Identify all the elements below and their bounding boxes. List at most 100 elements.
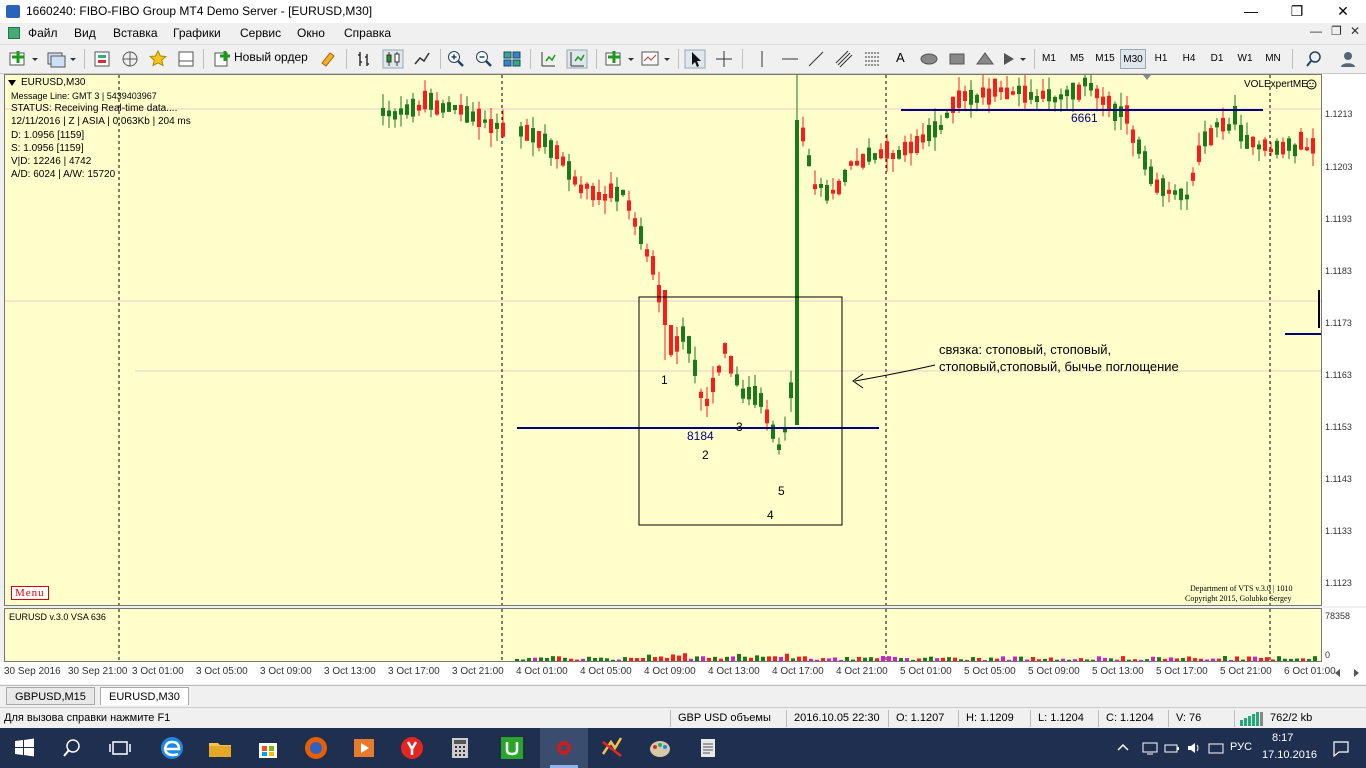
zoom-in-icon[interactable] — [446, 49, 466, 69]
tile-windows-icon[interactable] — [502, 49, 522, 69]
zoom-out-icon[interactable] — [474, 49, 494, 69]
volume-bar — [869, 657, 873, 661]
calculator-icon[interactable] — [446, 734, 474, 762]
indicators-icon[interactable] — [604, 49, 636, 69]
menu-window[interactable]: Окно — [297, 26, 325, 40]
volume-min-label: 0 — [1325, 650, 1331, 660]
candle-body — [1185, 194, 1189, 200]
mdi-minimize-icon[interactable]: — — [1310, 24, 1322, 38]
tab-eurusd-m30[interactable]: EURUSD,M30 — [100, 687, 189, 705]
profiles-icon[interactable] — [46, 49, 78, 69]
tray-network-icon[interactable] — [1142, 740, 1158, 756]
media-player-icon[interactable] — [350, 734, 378, 762]
timeframe-w1[interactable]: W1 — [1232, 49, 1258, 69]
file-explorer-icon[interactable] — [206, 734, 234, 762]
tray-chevron-icon[interactable] — [1116, 740, 1130, 754]
tab-gbpusd-m15[interactable]: GBPUSD,M15 — [6, 687, 95, 705]
menu-tools[interactable]: Сервис — [240, 26, 281, 40]
market-watch-icon[interactable] — [92, 49, 112, 69]
equidistant-channel-icon[interactable] — [834, 49, 854, 69]
utorrent-icon[interactable] — [498, 734, 526, 762]
paint-icon[interactable] — [646, 734, 674, 762]
close-button[interactable]: ✕ — [1320, 0, 1366, 23]
tray-volume-icon[interactable] — [1186, 740, 1202, 756]
new-chart-icon[interactable] — [8, 49, 40, 69]
timeframe-m1[interactable]: M1 — [1036, 49, 1062, 69]
price-chart[interactable]: EURUSD,M30 Message Line: GMT 3 | 5439403… — [4, 74, 1322, 606]
text-tool-icon[interactable]: A — [896, 50, 905, 70]
rectangle-tool-icon[interactable] — [946, 49, 968, 69]
triangle-tool-icon[interactable] — [974, 49, 996, 69]
horizontal-line-icon[interactable] — [780, 49, 800, 69]
trading-tool-icon[interactable] — [598, 734, 626, 762]
volume-bar — [623, 657, 627, 661]
account-icon[interactable] — [1338, 49, 1358, 69]
line-chart-icon[interactable] — [412, 49, 432, 69]
timeframe-h1[interactable]: H1 — [1148, 49, 1174, 69]
maximize-button[interactable]: ❐ — [1274, 0, 1320, 23]
volume-bar — [935, 658, 939, 661]
search-icon[interactable] — [1304, 49, 1324, 69]
candle-body — [1089, 83, 1093, 91]
cursor-icon[interactable] — [684, 49, 706, 69]
favorites-icon[interactable] — [148, 49, 168, 69]
menu-view[interactable]: Вид — [74, 26, 96, 40]
auto-scroll-icon[interactable] — [566, 49, 588, 69]
mdi-restore-icon[interactable]: ❐ — [1331, 24, 1342, 38]
task-view-icon[interactable] — [106, 734, 134, 762]
terminal-icon[interactable] — [176, 49, 196, 69]
menu-help[interactable]: Справка — [344, 26, 391, 40]
arrows-tool-icon[interactable] — [1000, 49, 1030, 69]
tray-keyboard-icon[interactable] — [1208, 740, 1224, 756]
windows-start-icon[interactable] — [10, 734, 38, 762]
minimize-button[interactable]: — — [1228, 0, 1274, 23]
candle-body — [687, 336, 691, 354]
volume-pane[interactable]: EURUSD v.3.0 VSA 636 — [4, 608, 1322, 662]
timeframe-h4[interactable]: H4 — [1176, 49, 1202, 69]
new-order-icon[interactable] — [212, 49, 232, 69]
yandex-icon[interactable] — [398, 734, 426, 762]
fibonacci-icon[interactable] — [862, 49, 882, 69]
menu-insert[interactable]: Вставка — [113, 26, 158, 40]
tray-language[interactable]: РУС — [1230, 741, 1252, 753]
candlestick-icon[interactable] — [382, 49, 404, 69]
tray-notification-icon[interactable] — [1332, 739, 1350, 757]
candle-body — [675, 336, 679, 352]
status-volume: V: 76 — [1176, 712, 1202, 724]
tray-date[interactable]: 17.10.2016 — [1262, 749, 1317, 761]
templates-icon[interactable] — [640, 49, 672, 69]
candle-body — [1035, 96, 1039, 102]
search-taskbar-icon[interactable] — [58, 734, 86, 762]
bar-chart-icon[interactable] — [354, 49, 374, 69]
volume-bar — [587, 656, 591, 661]
ellipse-tool-icon[interactable] — [918, 49, 940, 69]
new-order-button[interactable]: Новый ордер — [234, 50, 308, 70]
candle-body — [1245, 134, 1249, 149]
tray-battery-icon[interactable] — [1164, 740, 1180, 756]
menu-file[interactable]: Файл — [28, 26, 58, 40]
menu-charts[interactable]: Графики — [173, 26, 221, 40]
navigator-icon[interactable] — [120, 49, 140, 69]
vertical-line-icon[interactable] — [752, 49, 772, 69]
timeframe-m5[interactable]: M5 — [1064, 49, 1090, 69]
trendline-icon[interactable] — [806, 49, 826, 69]
chart-shift-icon[interactable] — [538, 49, 558, 69]
candle-body — [399, 108, 403, 115]
menu-button[interactable]: Menu — [11, 586, 49, 600]
autotrading-icon[interactable] — [318, 49, 338, 69]
timeframe-mn[interactable]: MN — [1260, 49, 1286, 69]
candle-body — [1293, 144, 1297, 157]
metatrader-icon[interactable] — [550, 734, 578, 762]
chart-scroll-arrows[interactable] — [1330, 664, 1364, 682]
mdi-close-icon[interactable]: ✕ — [1350, 24, 1360, 38]
timeframe-m30[interactable]: M30 — [1120, 49, 1146, 69]
edge-browser-icon[interactable] — [158, 734, 186, 762]
notepad-icon[interactable] — [694, 734, 722, 762]
timeframe-d1[interactable]: D1 — [1204, 49, 1230, 69]
crosshair-icon[interactable] — [714, 49, 734, 69]
collapse-triangle-icon[interactable] — [8, 80, 16, 88]
timeframe-m15[interactable]: M15 — [1092, 49, 1118, 69]
tray-time[interactable]: 8:17 — [1272, 732, 1293, 744]
store-icon[interactable] — [254, 734, 282, 762]
firefox-icon[interactable] — [302, 734, 330, 762]
